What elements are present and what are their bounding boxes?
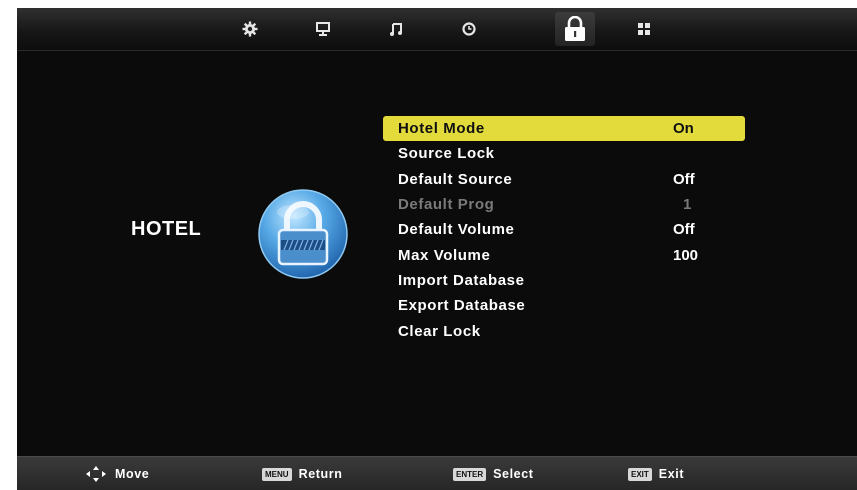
menu-item-label: Import Database (398, 271, 525, 289)
gear-icon (242, 21, 258, 37)
menu-item-export-database[interactable]: Export Database (383, 293, 745, 318)
hint-select: ENTER Select (453, 457, 534, 490)
menu-item-max-volume[interactable]: Max Volume 100 (383, 242, 745, 267)
hint-return: MENU Return (262, 457, 342, 490)
menu-item-value: On (673, 120, 694, 138)
menu-item-value: 1 (683, 196, 692, 214)
exit-key-icon: EXIT (628, 467, 652, 481)
hint-exit: EXIT Exit (628, 457, 684, 490)
tab-lock[interactable] (555, 12, 595, 46)
menu-item-label: Max Volume (398, 246, 491, 264)
menu-item-value: Off (673, 221, 695, 239)
menu-item-default-source[interactable]: Default Source Off (383, 167, 745, 192)
hint-bar: Move MENU Return ENTER Select EXIT Exit (17, 456, 857, 490)
hint-label: Move (115, 467, 150, 481)
menu-item-label: Clear Lock (398, 322, 481, 340)
clock-icon (462, 22, 476, 36)
lock-icon (565, 16, 585, 41)
dpad-icon (86, 466, 106, 482)
menu-item-label: Source Lock (398, 145, 495, 163)
menu-item-clear-lock[interactable]: Clear Lock (383, 318, 745, 343)
menu-item-hotel-mode[interactable]: Hotel Mode On (383, 116, 745, 142)
menu-item-source-lock[interactable]: Source Lock (383, 141, 745, 166)
music-note-icon (390, 23, 402, 36)
menu-key-icon: MENU (262, 467, 292, 481)
menu-item-label: Default Source (398, 170, 513, 188)
menu-item-import-database[interactable]: Import Database (383, 268, 745, 293)
grid-icon (638, 23, 650, 35)
tab-sound[interactable] (376, 12, 416, 46)
tab-setup[interactable] (624, 12, 664, 46)
menu-item-label: Default Volume (398, 221, 515, 239)
tab-time[interactable] (449, 12, 489, 46)
hint-move: Move (85, 457, 149, 490)
menu-item-default-prog: Default Prog 1 (383, 192, 745, 217)
hint-label: Return (298, 467, 343, 481)
monitor-icon (316, 22, 330, 36)
menu-item-value: 100 (673, 246, 699, 264)
page-title: HOTEL (131, 218, 202, 240)
tv-screen: HOTEL Hotel Mode On Source Lock Default … (17, 8, 857, 490)
hint-label: Select (493, 467, 534, 481)
padlock-icon (258, 189, 348, 279)
menu-item-value: Off (673, 170, 695, 188)
enter-key-icon: ENTER (453, 467, 487, 481)
hotel-settings-menu: Hotel Mode On Source Lock Default Source… (383, 116, 745, 344)
hint-label: Exit (658, 467, 685, 481)
tab-screen[interactable] (303, 12, 343, 46)
menu-item-label: Export Database (398, 297, 526, 315)
menu-item-label: Hotel Mode (398, 120, 485, 138)
tab-picture-settings[interactable] (230, 12, 270, 46)
menu-tab-bar (17, 8, 857, 51)
menu-item-label: Default Prog (398, 196, 495, 214)
menu-item-default-volume[interactable]: Default Volume Off (383, 217, 745, 242)
